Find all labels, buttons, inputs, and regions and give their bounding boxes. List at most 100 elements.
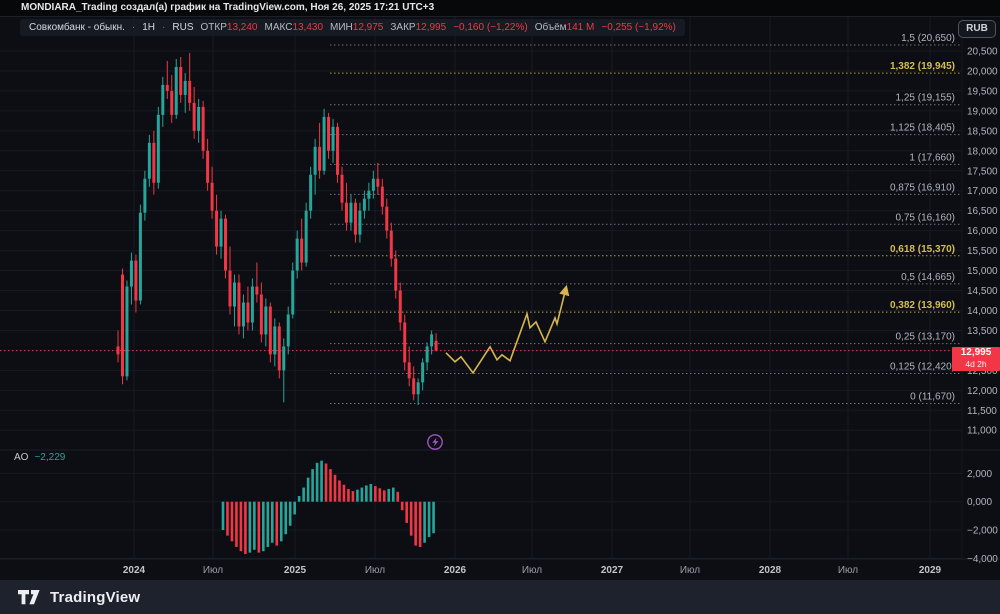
ao-bar <box>266 501 270 547</box>
ao-bar <box>315 462 319 502</box>
ao-bar <box>306 477 310 502</box>
candle-body <box>344 202 348 223</box>
ao-bar <box>244 501 247 555</box>
time-axis-label: 2027 <box>601 565 624 576</box>
candle-body <box>215 210 219 247</box>
ao-bar <box>418 501 422 547</box>
candle-body <box>147 142 151 179</box>
time-axis-label: 2024 <box>123 565 146 576</box>
price-tick-label: 18,000 <box>967 146 998 157</box>
candle-body <box>331 126 335 151</box>
ao-bar <box>342 484 346 502</box>
candle-body <box>152 142 156 183</box>
ao-bar <box>288 501 292 526</box>
candles-layer[interactable] <box>116 52 438 406</box>
candle-body <box>134 260 138 301</box>
candle-body <box>291 270 295 315</box>
price-tick-label: 15,000 <box>967 266 998 277</box>
candle-body <box>300 238 304 263</box>
candle-body <box>129 260 133 287</box>
ao-bar <box>239 501 243 552</box>
ao-bar <box>329 469 332 502</box>
time-axis-label: 2029 <box>919 565 942 576</box>
candle-body <box>228 270 232 307</box>
ao-tick-label: 0,000 <box>967 497 992 508</box>
time-axis-label: Июл <box>365 565 385 576</box>
fib-level-label: 0,75 (16,160) <box>896 212 956 223</box>
candle-body <box>295 238 299 271</box>
fib-level-label: 1,125 (18,405) <box>890 123 955 134</box>
ao-bar <box>284 501 288 535</box>
ao-bar <box>226 501 229 536</box>
price-tick-label: 15,500 <box>967 246 998 257</box>
time-axis-label: 2026 <box>444 565 467 576</box>
ao-histogram-layer[interactable] <box>221 460 435 555</box>
price-tick-label: 16,500 <box>967 206 998 217</box>
currency-button[interactable]: RUB <box>958 20 996 38</box>
ao-bar <box>347 488 350 502</box>
fib-level-label: 1,25 (19,155) <box>896 93 956 104</box>
fib-level-label: 0 (11,670) <box>910 391 955 402</box>
tradingview-snapshot: MONDIARA_Trading создал(а) график на Tra… <box>0 0 1000 614</box>
ao-bar <box>400 501 404 511</box>
fib-retracement-lines[interactable]: 1,5 (20,650) 1,382 (19,945) 1,25 (19,155) 1… <box>330 33 962 404</box>
price-tick-label: 14,500 <box>967 286 998 297</box>
ohlc-high: МАКС13,430 <box>264 22 324 33</box>
candle-body <box>353 202 357 235</box>
price-tick-label: 20,000 <box>967 66 998 77</box>
candle-body <box>425 346 429 363</box>
candle-body <box>322 116 326 171</box>
ao-bar <box>382 490 386 502</box>
candle-body <box>259 294 263 335</box>
price-tick-label: 18,500 <box>967 126 998 137</box>
ao-bar <box>253 501 256 550</box>
fib-level-label: 0,875 (16,910) <box>890 182 955 193</box>
tradingview-logo-icon[interactable] <box>18 589 42 605</box>
ao-value: −2,229 <box>34 452 66 463</box>
ao-bar <box>248 501 252 553</box>
ao-bar <box>351 491 355 502</box>
ao-bar <box>324 463 328 502</box>
symbol-info-bar[interactable]: Совкомбанк - обыкн. · 1H · RUS ОТКР13,24… <box>20 19 685 36</box>
candle-body <box>407 362 411 379</box>
current-price-badge[interactable]: 12,995 4d 2h <box>952 347 1000 371</box>
candle-body <box>273 326 277 355</box>
ao-bar <box>360 487 364 502</box>
ao-indicator-legend[interactable]: AO −2,229 <box>14 452 65 463</box>
time-axis-label: Июл <box>838 565 858 576</box>
time-axis-label: 2028 <box>759 565 782 576</box>
ao-bar <box>262 501 265 552</box>
candle-body <box>197 106 201 131</box>
ao-bar <box>374 486 377 502</box>
candlestick-chart[interactable]: 1,5 (20,650) 1,382 (19,945) 1,25 (19,155) 1… <box>0 0 1000 580</box>
ao-bar <box>356 489 359 502</box>
ohlc-close: ЗАКР12,995 <box>390 22 447 33</box>
ao-bar <box>365 485 368 502</box>
tradingview-wordmark[interactable]: TradingView <box>50 589 140 606</box>
time-axis-label: Июл <box>680 565 700 576</box>
change-value: −0,160 (−1,22%) <box>453 22 528 33</box>
fib-level-label: 0,382 (13,960) <box>890 300 955 311</box>
ao-bar <box>230 501 234 542</box>
candle-body <box>380 186 384 207</box>
ao-tick-label: −2,000 <box>967 526 998 537</box>
volume-change: −0,255 (−1,92%) <box>601 22 676 33</box>
ao-bar <box>257 501 261 553</box>
ao-bar <box>279 501 283 542</box>
fib-level-label: 1 (17,660) <box>909 152 955 163</box>
price-tick-label: 16,000 <box>967 226 998 237</box>
ao-bar <box>427 501 431 538</box>
ao-bar <box>369 484 373 502</box>
time-axis-label: Июл <box>203 565 223 576</box>
price-tick-label: 11,000 <box>967 426 997 437</box>
candle-body <box>183 80 187 95</box>
ao-bar <box>396 491 400 502</box>
candle-body <box>385 206 389 231</box>
fib-level-label: 0,25 (13,170) <box>896 332 956 343</box>
candle-body <box>318 146 322 171</box>
candle-body <box>376 178 380 187</box>
candle-body <box>255 286 259 295</box>
candle-body <box>412 378 416 395</box>
candle-body <box>309 174 313 211</box>
zap-reaction-icon[interactable] <box>427 434 443 450</box>
